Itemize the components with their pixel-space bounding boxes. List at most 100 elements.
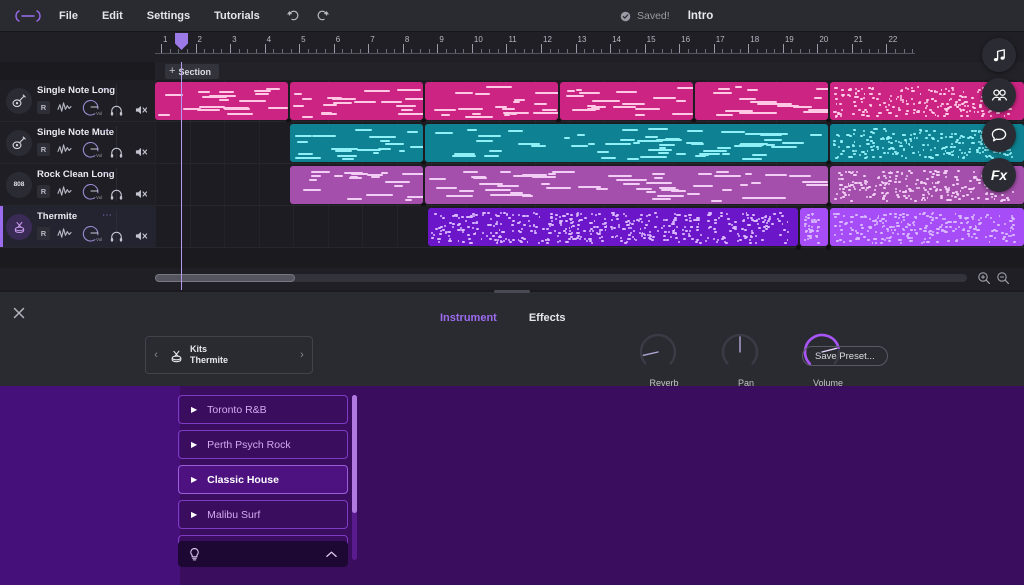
pattern-scrollbar[interactable] — [352, 395, 357, 560]
clip[interactable] — [425, 82, 558, 120]
music-note-icon[interactable] — [982, 38, 1016, 72]
clip-lane-3[interactable] — [155, 164, 1024, 208]
clip[interactable] — [428, 208, 798, 246]
track-menu-icon[interactable]: ⋯ — [102, 211, 113, 221]
clip[interactable] — [800, 208, 828, 246]
automation-icon[interactable] — [57, 101, 72, 114]
clip[interactable] — [425, 166, 828, 204]
project-title[interactable]: Intro — [688, 10, 714, 22]
tip-bar[interactable] — [178, 541, 348, 567]
pattern-item-2[interactable]: ▶ Perth Psych Rock — [178, 430, 348, 459]
clip[interactable] — [155, 82, 288, 120]
headphone-icon[interactable] — [110, 105, 123, 116]
pattern-scrollbar-thumb[interactable] — [352, 395, 357, 513]
menu-file[interactable]: File — [50, 6, 87, 26]
pattern-item-3[interactable]: ▶ Classic House — [178, 465, 348, 494]
volume-knob[interactable]: Vol — [79, 97, 103, 117]
mute-icon[interactable] — [135, 104, 149, 116]
horizontal-scrollbar[interactable] — [155, 274, 967, 282]
redo-icon[interactable] — [313, 6, 333, 26]
clip-lane-4[interactable] — [155, 206, 1024, 250]
808-icon[interactable]: 808 — [6, 171, 32, 198]
clip-lanes[interactable] — [155, 80, 1024, 255]
clip-boundary-handle[interactable] — [796, 245, 801, 250]
clip-note — [984, 235, 987, 238]
automation-icon[interactable] — [57, 185, 72, 198]
record-arm-button[interactable]: R — [37, 184, 50, 198]
track-header-1[interactable]: Single Note Long ⋯ R Vol — [0, 80, 155, 122]
tab-effects[interactable]: Effects — [529, 312, 566, 324]
pattern-item-1[interactable]: ▶ Toronto R&B — [178, 395, 348, 424]
clip[interactable] — [290, 82, 423, 120]
clip[interactable] — [290, 124, 423, 162]
menu-edit[interactable]: Edit — [93, 6, 132, 26]
preset-prev-button[interactable]: ‹ — [146, 349, 166, 361]
record-arm-button[interactable]: R — [37, 142, 50, 156]
close-icon[interactable] — [10, 304, 28, 322]
record-arm-button[interactable]: R — [37, 226, 50, 240]
clip-note — [864, 182, 868, 185]
clip-lane-1[interactable] — [155, 80, 1024, 124]
mute-icon[interactable] — [135, 230, 149, 242]
clip-note — [962, 135, 965, 138]
clip[interactable] — [695, 82, 828, 120]
knob-pan[interactable]: Pan — [718, 330, 774, 388]
mute-icon[interactable] — [135, 146, 149, 158]
headphone-icon[interactable] — [110, 231, 123, 242]
knob-dial[interactable] — [636, 330, 680, 374]
undo-icon[interactable] — [283, 6, 303, 26]
save-preset-button[interactable]: Save Preset... — [802, 346, 888, 366]
knob-dial[interactable] — [718, 330, 762, 374]
clip[interactable] — [425, 124, 828, 162]
track-menu-icon[interactable]: ⋯ — [102, 127, 113, 137]
scrollbar-thumb[interactable] — [155, 274, 295, 282]
play-icon[interactable]: ▶ — [191, 405, 197, 414]
menu-tutorials[interactable]: Tutorials — [205, 6, 269, 26]
play-icon[interactable]: ▶ — [191, 440, 197, 449]
logo-icon[interactable] — [12, 7, 44, 25]
record-arm-button[interactable]: R — [37, 100, 50, 114]
menu-settings[interactable]: Settings — [138, 6, 199, 26]
clip-lane-2[interactable] — [155, 122, 1024, 166]
automation-icon[interactable] — [57, 143, 72, 156]
drum-kit-icon[interactable] — [6, 213, 32, 240]
track-header-3[interactable]: 808 Rock Clean Long ⋯ R Vol — [0, 164, 155, 206]
fx-icon[interactable]: Fx — [982, 158, 1016, 192]
track-menu-icon[interactable]: ⋯ — [102, 85, 113, 95]
clip-note — [915, 231, 919, 234]
clip-note — [833, 212, 835, 215]
chat-icon[interactable] — [982, 118, 1016, 152]
track-output-controls — [110, 230, 149, 242]
automation-icon[interactable] — [57, 227, 72, 240]
guitar-icon[interactable] — [6, 87, 32, 114]
track-menu-icon[interactable]: ⋯ — [102, 169, 113, 179]
play-icon[interactable]: ▶ — [191, 475, 197, 484]
clip[interactable] — [560, 82, 693, 120]
preset-next-button[interactable]: › — [292, 349, 312, 361]
add-section-button[interactable]: + Section — [165, 64, 219, 79]
play-icon[interactable]: ▶ — [191, 510, 197, 519]
chevron-up-icon[interactable] — [325, 550, 338, 559]
panel-resize-handle[interactable] — [494, 290, 530, 293]
volume-knob[interactable]: Vol — [79, 223, 103, 243]
mute-icon[interactable] — [135, 188, 149, 200]
clip-note — [803, 238, 806, 241]
knob-reverb[interactable]: Reverb — [636, 330, 692, 388]
zoom-out-icon[interactable] — [996, 271, 1010, 285]
zoom-in-icon[interactable] — [977, 271, 991, 285]
clip-boundary-handle[interactable] — [826, 245, 831, 250]
volume-knob[interactable]: Vol — [79, 139, 103, 159]
track-header-2[interactable]: Single Note Mute ⋯ R Vol — [0, 122, 155, 164]
pattern-item-4[interactable]: ▶ Malibu Surf — [178, 500, 348, 529]
tab-instrument[interactable]: Instrument — [440, 312, 497, 324]
volume-knob[interactable]: Vol — [79, 181, 103, 201]
track-header-4[interactable]: Thermite ⋯ R Vol — [0, 206, 155, 248]
people-icon[interactable] — [982, 78, 1016, 112]
clip[interactable] — [290, 166, 423, 204]
guitar-icon[interactable] — [6, 129, 32, 156]
headphone-icon[interactable] — [110, 147, 123, 158]
headphone-icon[interactable] — [110, 189, 123, 200]
timeline-ruler[interactable]: 1 2 3 4 5 6 7 8 9 10 11 12 13 14 15 16 17 18 19 20 21 22 — [155, 32, 915, 62]
clip[interactable] — [830, 208, 1024, 246]
preset-selector[interactable]: ‹ Kits Thermite › — [145, 336, 313, 374]
